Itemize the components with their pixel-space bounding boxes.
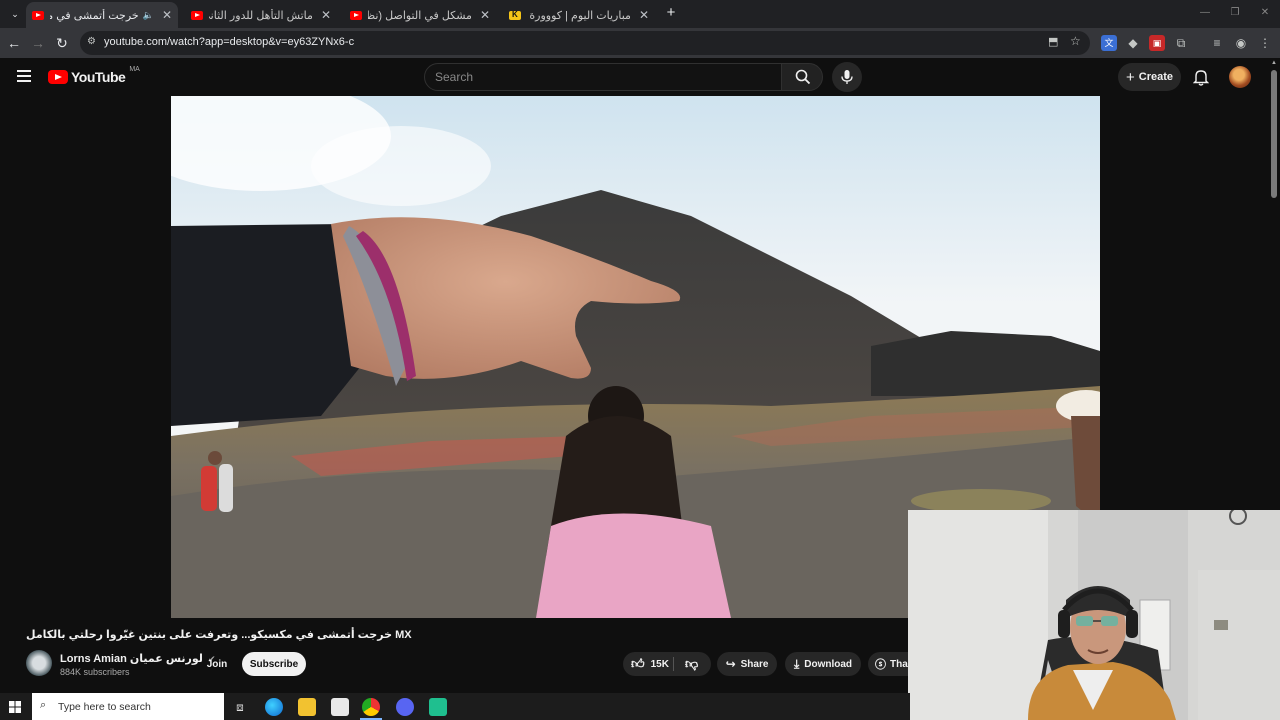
youtube-favicon-icon <box>191 10 203 20</box>
address-bar[interactable]: ⚙ youtube.com/watch?app=desktop&v=ey63ZY… <box>80 31 1090 55</box>
bookmark-star-icon[interactable]: ☆ <box>1070 34 1081 48</box>
video-title: خرجت أتمشى في مكسيكو... وتعرفت على بنتين… <box>26 629 412 641</box>
forward-icon[interactable]: → <box>29 34 47 52</box>
browser-tab-strip: ⌄ خرجت أتمشى في مكسيكو... 🔈 ✕ ماتش التأه… <box>0 0 1280 28</box>
channel-name[interactable]: Lorns Amian لورنس عميان <box>60 653 203 665</box>
join-button[interactable]: Join <box>198 652 236 676</box>
youtube-favicon-icon <box>32 10 44 20</box>
youtube-play-icon <box>48 70 68 84</box>
extension-diamond-icon[interactable]: ◆ <box>1125 35 1141 51</box>
close-tab-icon[interactable]: ✕ <box>639 8 649 22</box>
search-input[interactable]: Search <box>424 63 782 91</box>
site-info-icon[interactable]: ⚙ <box>87 36 96 47</box>
green-app-icon[interactable] <box>429 698 447 716</box>
search-button[interactable] <box>781 63 823 91</box>
install-app-icon[interactable]: ⬒ <box>1048 35 1058 48</box>
maximize-icon[interactable]: ❐ <box>1226 4 1244 22</box>
media-control-icon[interactable]: ≡ <box>1209 35 1225 51</box>
join-label: Join <box>206 658 228 670</box>
search-icon <box>795 69 811 85</box>
minimize-icon[interactable]: — <box>1196 4 1214 22</box>
chrome-icon[interactable] <box>362 698 380 716</box>
youtube-wordmark: YouTube <box>71 69 126 85</box>
close-window-icon[interactable]: ✕ <box>1256 4 1274 22</box>
youtube-favicon-icon <box>350 10 362 20</box>
translate-extension-icon[interactable]: 文 <box>1101 35 1117 51</box>
close-tab-icon[interactable]: ✕ <box>321 8 331 22</box>
chrome-menu-icon[interactable]: ⋮ <box>1257 35 1273 51</box>
reload-icon[interactable]: ↻ <box>53 34 71 52</box>
user-avatar[interactable] <box>1229 66 1251 88</box>
browser-toolbar: ← → ↻ ⚙ youtube.com/watch?app=desktop&v=… <box>0 28 1280 58</box>
page-scrollbar[interactable]: ▲ <box>1268 58 1280 510</box>
tab-match-video[interactable]: ماتش التأهل للدور الثاني؟ التشك ✕ <box>185 4 337 26</box>
microphone-icon <box>841 70 853 84</box>
extension-red-icon[interactable]: ▣ <box>1149 35 1165 51</box>
subscribe-label: Subscribe <box>249 658 299 670</box>
scroll-up-arrow-icon[interactable]: ▲ <box>1271 60 1277 66</box>
youtube-header: YouTube MA Search + Create <box>0 58 1268 96</box>
extensions-puzzle-icon[interactable]: ⧉ <box>1173 35 1189 51</box>
share-arrow-icon: ↪ <box>725 657 736 671</box>
new-tab-button[interactable]: + <box>662 4 680 22</box>
tab-search-icon[interactable]: ⌄ <box>6 5 24 23</box>
kooora-favicon-icon <box>509 10 521 20</box>
voice-search-button[interactable] <box>832 62 862 92</box>
hamburger-menu-icon[interactable] <box>17 70 31 82</box>
back-icon[interactable]: ← <box>5 34 23 52</box>
close-tab-icon[interactable]: ✕ <box>480 8 490 22</box>
tab-mexico-video[interactable]: خرجت أتمشى في مكسيكو... 🔈 ✕ <box>26 2 178 28</box>
edge-browser-icon[interactable] <box>265 698 283 716</box>
search-placeholder: Search <box>435 70 474 84</box>
download-label: Download <box>804 658 853 670</box>
profile-icon[interactable]: ◉ <box>1233 35 1249 51</box>
super-thanks-icon: ⓢ <box>875 659 886 671</box>
thanks-button[interactable]: ⓢ Tha <box>868 652 908 676</box>
tab-title: خرجت أتمشى في مكسيكو... <box>50 9 139 22</box>
microsoft-store-icon[interactable] <box>331 698 349 716</box>
region-code: MA <box>129 66 140 73</box>
thanks-label: Tha <box>890 658 908 670</box>
file-explorer-icon[interactable] <box>298 698 316 716</box>
tab-kooora[interactable]: مباريات اليوم | كووورة ✕ <box>503 4 655 26</box>
subscribe-button[interactable]: Subscribe <box>242 652 306 676</box>
share-label: Share <box>740 658 769 670</box>
tab-communication-video[interactable]: مشكل في التواصل (نظرية البراك ✕ <box>344 4 496 26</box>
youtube-logo[interactable]: YouTube MA <box>48 66 140 85</box>
taskbar-search-placeholder: Type here to search <box>58 701 151 713</box>
webcam-overlay <box>908 510 1280 720</box>
thumbs-down-icon[interactable]: 👎︎ <box>685 656 698 672</box>
channel-avatar[interactable] <box>26 650 52 676</box>
close-tab-icon[interactable]: ✕ <box>162 8 172 22</box>
channel-name-row[interactable]: Lorns Amian لورنس عميان ✔ <box>60 652 216 665</box>
plus-icon: + <box>1125 68 1135 86</box>
tab-title: مشكل في التواصل (نظرية البراك <box>368 9 472 22</box>
share-button[interactable]: ↪ Share <box>717 652 777 676</box>
tab-title: ماتش التأهل للدور الثاني؟ التشك <box>209 9 313 22</box>
taskbar-search-input[interactable]: ⌕ Type here to search <box>32 693 224 720</box>
windows-taskbar: ⌕ Type here to search ⧈ <box>0 693 910 720</box>
webcam-feed-image <box>908 510 1280 720</box>
task-view-icon[interactable]: ⧈ <box>231 698 249 716</box>
discord-icon[interactable] <box>396 698 414 716</box>
taskbar-search-icon: ⌕ <box>40 699 47 711</box>
create-button[interactable]: + Create <box>1118 63 1181 91</box>
download-button[interactable]: ⤓ Download <box>785 652 861 676</box>
windows-start-icon[interactable] <box>9 701 21 713</box>
like-dislike-group: 👍︎ 15K 👎︎ <box>623 652 711 676</box>
tab-title: مباريات اليوم | كووورة <box>529 9 631 22</box>
create-label: Create <box>1138 71 1173 83</box>
subscriber-count: 884K subscribers <box>60 667 130 677</box>
download-icon: ⤓ <box>793 656 800 671</box>
speaker-icon[interactable]: 🔈 <box>143 10 154 21</box>
like-divider <box>673 657 674 671</box>
notifications-bell-icon[interactable] <box>1193 68 1209 86</box>
url-text[interactable]: youtube.com/watch?app=desktop&v=ey63ZYNx… <box>104 36 354 48</box>
scrollbar-thumb[interactable] <box>1271 70 1277 198</box>
thumbs-up-icon[interactable]: 👍︎ <box>631 656 645 672</box>
like-count[interactable]: 15K <box>651 659 669 670</box>
